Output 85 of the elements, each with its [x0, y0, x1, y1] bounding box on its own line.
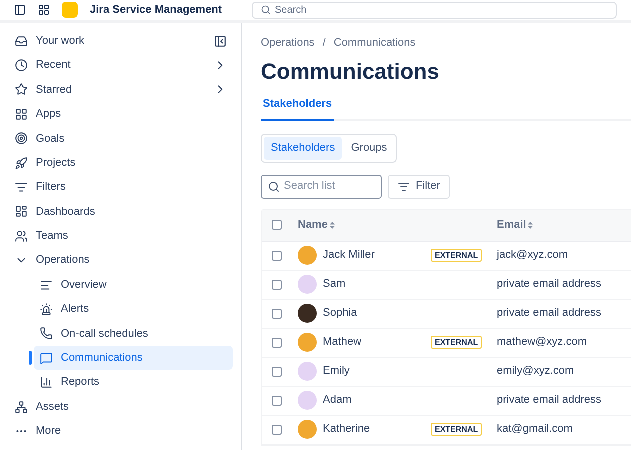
avatar: [298, 362, 317, 381]
sidebar-item[interactable]: Reports: [34, 370, 233, 395]
sort-icon[interactable]: [330, 222, 335, 228]
sidebar-item[interactable]: Assets: [9, 394, 233, 420]
segment-button[interactable]: Stakeholders: [264, 137, 342, 160]
avatar: [298, 246, 317, 265]
breadcrumb-separator: /: [322, 36, 326, 51]
sidebar-item[interactable]: Apps: [9, 102, 233, 127]
apps-icon[interactable]: [38, 4, 50, 16]
product-logo-icon: [62, 2, 78, 18]
sidebar-item[interactable]: Goals: [9, 126, 233, 151]
breadcrumb-link[interactable]: Operations: [261, 35, 315, 52]
checkbox[interactable]: [272, 338, 282, 348]
table-cell-text: kat@gmail.com: [497, 422, 573, 438]
lines-icon: [40, 278, 53, 292]
sidebar-item[interactable]: Communications: [34, 346, 233, 370]
sort-icon[interactable]: [528, 222, 534, 228]
sidebar-item[interactable]: Operations: [9, 248, 233, 273]
page-title: Communications: [261, 58, 440, 86]
sidebar-item[interactable]: On-call schedules: [34, 322, 233, 346]
external-badge: EXTERNAL: [431, 249, 482, 262]
table-cell-text: mathew@xyz.com: [497, 335, 588, 350]
people-icon: [15, 230, 28, 243]
checkbox[interactable]: [272, 366, 282, 376]
target-icon: [15, 132, 28, 146]
grid-icon: [15, 108, 28, 121]
table-cell-text: Katherine: [323, 422, 372, 438]
search-icon: [261, 5, 271, 15]
table-cell-text: private email address: [497, 277, 602, 292]
avatar: [298, 275, 317, 294]
segment-button[interactable]: Groups: [344, 137, 394, 160]
checkbox[interactable]: [272, 424, 282, 434]
siren-icon: [40, 302, 53, 316]
table-cell-text: private email address: [497, 306, 602, 322]
external-badge: EXTERNAL: [431, 336, 482, 350]
table-cell-text: Jack Miller: [323, 248, 376, 264]
filter-icon: [398, 180, 410, 192]
sidebar-item[interactable]: Starred: [9, 78, 233, 102]
rocket-icon: [15, 156, 28, 170]
tab[interactable]: Stakeholders: [261, 92, 334, 121]
bar-chart-icon: [40, 376, 53, 390]
inbox-icon: [15, 34, 28, 48]
filter-button[interactable]: Filter: [388, 174, 450, 198]
star-icon: [15, 83, 28, 96]
avatar: [298, 333, 317, 352]
checkbox[interactable]: [272, 220, 282, 230]
filter-icon: [15, 181, 28, 194]
sidebar-item[interactable]: Your work: [9, 29, 233, 54]
table-cell-text: Sophia: [323, 306, 358, 322]
sidebar-item[interactable]: Teams: [9, 224, 233, 249]
sidebar-item[interactable]: Dashboards: [9, 200, 233, 224]
avatar: [298, 304, 317, 323]
message-icon: [40, 352, 53, 365]
sidebar-item[interactable]: Projects: [9, 150, 233, 176]
avatar: [298, 391, 317, 410]
checkbox[interactable]: [272, 280, 282, 290]
sidebar-item[interactable]: Alerts: [34, 297, 233, 322]
product-name: Jira Service Management: [90, 2, 224, 18]
sidebar-item[interactable]: Filters: [9, 175, 233, 200]
column-header[interactable]: Email: [497, 216, 526, 234]
sidebar-item[interactable]: Recent: [9, 53, 233, 78]
search-icon: [268, 180, 280, 192]
checkbox[interactable]: [272, 308, 282, 318]
table-cell-text: Adam: [323, 393, 353, 408]
clock-icon: [15, 59, 28, 72]
table-cell-text: Mathew: [323, 335, 363, 350]
phone-icon: [40, 327, 53, 340]
network-icon: [15, 400, 28, 414]
search-field[interactable]: Search: [252, 2, 617, 18]
checkbox[interactable]: [272, 396, 282, 406]
table-cell-text: Sam: [323, 277, 347, 292]
external-badge: EXTERNAL: [431, 423, 482, 436]
sidebar-toggle-icon[interactable]: [14, 4, 26, 16]
table-cell-text: private email address: [497, 393, 602, 408]
dashboard-icon: [15, 205, 28, 218]
sidebar-item[interactable]: Overview: [34, 272, 233, 298]
table-cell-text: Emily: [323, 364, 351, 380]
breadcrumb-link[interactable]: Communications: [334, 35, 416, 52]
column-header[interactable]: Name: [298, 216, 328, 234]
table-cell-text: jack@xyz.com: [497, 248, 568, 264]
checkbox[interactable]: [272, 250, 282, 260]
collapse-sidebar-icon[interactable]: [214, 34, 227, 48]
avatar: [298, 420, 317, 439]
sidebar-item[interactable]: More: [9, 419, 233, 444]
table-cell-text: emily@xyz.com: [497, 364, 574, 380]
